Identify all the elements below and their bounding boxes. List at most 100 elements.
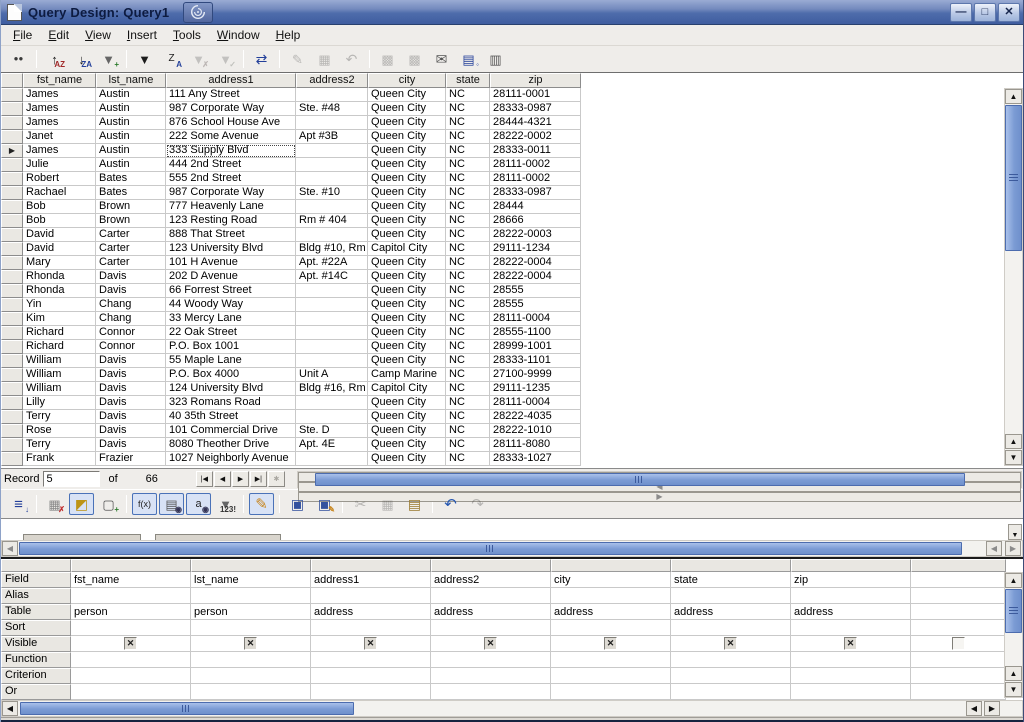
row-header[interactable] bbox=[1, 284, 23, 298]
grid-cell[interactable]: 33 Mercy Lane bbox=[166, 312, 296, 326]
grid-cell[interactable]: Queen City bbox=[368, 424, 446, 438]
row-header[interactable] bbox=[1, 102, 23, 116]
grid-cell[interactable] bbox=[296, 88, 368, 102]
grid-cell[interactable]: Rhonda bbox=[23, 284, 96, 298]
grid-cell[interactable]: Bob bbox=[23, 200, 96, 214]
scroll-down-button[interactable]: ▼ bbox=[1005, 682, 1022, 697]
design-cell[interactable]: address bbox=[551, 604, 671, 620]
column-header-city[interactable]: city bbox=[368, 73, 446, 88]
grid-cell[interactable]: Davis bbox=[96, 368, 166, 382]
grid-cell[interactable]: Austin bbox=[96, 88, 166, 102]
grid-cell[interactable]: 101 H Avenue bbox=[166, 256, 296, 270]
grid-cell[interactable]: Austin bbox=[96, 130, 166, 144]
grid-cell[interactable]: Apt. 4E bbox=[296, 438, 368, 452]
design-cell[interactable] bbox=[671, 684, 791, 700]
design-cell[interactable] bbox=[911, 620, 1006, 636]
grid-cell[interactable]: Queen City bbox=[368, 270, 446, 284]
grid-cell[interactable]: NC bbox=[446, 130, 490, 144]
grid-cell[interactable]: NC bbox=[446, 186, 490, 200]
menu-edit[interactable]: Edit bbox=[40, 26, 77, 44]
row-header[interactable] bbox=[1, 116, 23, 130]
design-cell[interactable]: fst_name bbox=[71, 572, 191, 588]
grid-cell[interactable]: Bates bbox=[96, 172, 166, 186]
sort-ascending-button[interactable]: ↑AZ bbox=[42, 48, 67, 70]
grid-cell[interactable]: NC bbox=[446, 242, 490, 256]
row-header[interactable] bbox=[1, 354, 23, 368]
grid-cell[interactable]: Davis bbox=[96, 438, 166, 452]
design-cell[interactable] bbox=[311, 684, 431, 700]
grid-cell[interactable]: Richard bbox=[23, 326, 96, 340]
scroll-thumb[interactable] bbox=[19, 542, 962, 555]
grid-cell[interactable] bbox=[296, 354, 368, 368]
grid-cell[interactable]: Queen City bbox=[368, 396, 446, 410]
column-header-zip[interactable]: zip bbox=[490, 73, 581, 88]
grid-cell[interactable]: David bbox=[23, 242, 96, 256]
grid-cell[interactable]: Janet bbox=[23, 130, 96, 144]
grid-cell[interactable]: Austin bbox=[96, 102, 166, 116]
grid-cell[interactable]: NC bbox=[446, 410, 490, 424]
grid-cell[interactable]: 28333-1027 bbox=[490, 452, 581, 466]
grid-cell[interactable]: Queen City bbox=[368, 326, 446, 340]
grid-cell[interactable]: NC bbox=[446, 340, 490, 354]
grid-cell[interactable]: 28333-1101 bbox=[490, 354, 581, 368]
design-column-header-4[interactable] bbox=[431, 559, 551, 572]
grid-cell[interactable] bbox=[296, 312, 368, 326]
column-header-state[interactable]: state bbox=[446, 73, 490, 88]
grid-cell[interactable]: NC bbox=[446, 158, 490, 172]
design-cell[interactable] bbox=[311, 588, 431, 604]
row-header[interactable] bbox=[1, 256, 23, 270]
grid-cell[interactable] bbox=[296, 410, 368, 424]
grid-cell[interactable]: 555 2nd Street bbox=[166, 172, 296, 186]
grid-cell[interactable]: William bbox=[23, 382, 96, 396]
grid-cell[interactable]: Julie bbox=[23, 158, 96, 172]
grid-cell[interactable]: Rose bbox=[23, 424, 96, 438]
design-cell[interactable] bbox=[911, 684, 1006, 700]
row-label-sort[interactable]: Sort bbox=[1, 620, 71, 636]
grid-cell[interactable]: Davis bbox=[96, 354, 166, 368]
menu-tools[interactable]: Tools bbox=[165, 26, 209, 44]
grid-cell[interactable]: NC bbox=[446, 326, 490, 340]
grid-cell[interactable]: Chang bbox=[96, 298, 166, 312]
row-header[interactable] bbox=[1, 242, 23, 256]
grid-cell[interactable]: 444 2nd Street bbox=[166, 158, 296, 172]
grid-cell[interactable]: Queen City bbox=[368, 214, 446, 228]
explorer-on-off-button[interactable]: ▥ bbox=[483, 48, 508, 70]
distinct-values-button[interactable]: ▼123! bbox=[213, 493, 238, 515]
row-header[interactable] bbox=[1, 214, 23, 228]
grid-cell[interactable]: James bbox=[23, 102, 96, 116]
title-bar[interactable]: Query Design: Query1 —□✕ bbox=[1, 0, 1023, 25]
design-cell[interactable] bbox=[791, 668, 911, 684]
column-header-fst_name[interactable]: fst_name bbox=[23, 73, 96, 88]
grid-cell[interactable]: Queen City bbox=[368, 144, 446, 158]
row-header[interactable] bbox=[1, 396, 23, 410]
grid-cell[interactable]: 28222-0002 bbox=[490, 130, 581, 144]
grid-cell[interactable]: 40 35th Street bbox=[166, 410, 296, 424]
grid-cell[interactable]: 28111-0002 bbox=[490, 172, 581, 186]
design-cell[interactable]: ✕ bbox=[311, 636, 431, 652]
result-horizontal-scrollbar[interactable]: ◀ ◀ ▶ bbox=[297, 471, 1022, 488]
row-header[interactable] bbox=[1, 130, 23, 144]
grid-cell[interactable]: Queen City bbox=[368, 130, 446, 144]
grid-cell[interactable]: Camp Marine bbox=[368, 368, 446, 382]
design-cell[interactable] bbox=[191, 668, 311, 684]
grid-cell[interactable]: Connor bbox=[96, 340, 166, 354]
scroll-up-button[interactable]: ▲ bbox=[1005, 573, 1022, 588]
alias-names-button[interactable]: a◉ bbox=[186, 493, 211, 515]
design-column-header-7[interactable] bbox=[791, 559, 911, 572]
scroll-right-button[interactable]: ▶ bbox=[984, 701, 1000, 716]
grid-cell[interactable]: 876 School House Ave bbox=[166, 116, 296, 130]
first-record-button[interactable]: |◀ bbox=[196, 471, 213, 487]
grid-cell[interactable]: 8080 Theother Drive bbox=[166, 438, 296, 452]
grid-cell[interactable]: 28111-0004 bbox=[490, 396, 581, 410]
grid-cell[interactable]: NC bbox=[446, 116, 490, 130]
grid-cell[interactable] bbox=[296, 298, 368, 312]
grid-cell[interactable]: Queen City bbox=[368, 438, 446, 452]
scroll-left-button-right[interactable]: ◀ bbox=[966, 701, 982, 716]
grid-cell[interactable]: Brown bbox=[96, 200, 166, 214]
grid-cell[interactable]: James bbox=[23, 116, 96, 130]
design-cell[interactable] bbox=[671, 620, 791, 636]
design-cell[interactable] bbox=[431, 588, 551, 604]
visible-checkbox-unchecked[interactable] bbox=[952, 637, 965, 650]
row-header[interactable] bbox=[1, 228, 23, 242]
grid-cell[interactable]: 28111-0004 bbox=[490, 312, 581, 326]
